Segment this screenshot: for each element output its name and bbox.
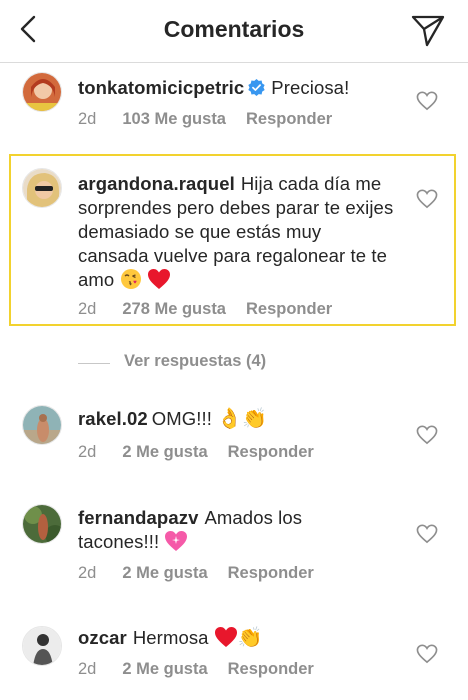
comment-username[interactable]: ozcar: [78, 627, 127, 648]
likes-count[interactable]: 2 Me gusta: [122, 443, 207, 462]
comment-time: 2d: [78, 443, 97, 461]
heart-icon[interactable]: [416, 91, 438, 111]
clapping-hands-icon: 👏: [242, 408, 268, 430]
comment-item: tonkatomicicpetric Preciosa! 2d 103 Me gu…: [0, 72, 468, 142]
header: Comentarios: [0, 0, 468, 63]
comment-item: rakel.02 OMG!!! 👌👏 2d 2 Me gusta Responder: [0, 405, 468, 467]
view-replies-label: Ver respuestas (4): [124, 352, 267, 370]
verified-badge-icon: [248, 79, 265, 96]
comment-text: rakel.02 OMG!!! 👌👏: [78, 407, 398, 431]
comment-username[interactable]: argandona.raquel: [78, 173, 235, 194]
reply-button[interactable]: Responder: [228, 443, 314, 462]
red-heart-icon: [214, 627, 237, 647]
red-heart-icon: [147, 269, 170, 289]
reply-button[interactable]: Responder: [246, 110, 332, 129]
comment-meta: 2d 278 Me gusta Responder: [78, 300, 352, 319]
likes-count[interactable]: 278 Me gusta: [122, 300, 226, 319]
replies-divider: [78, 363, 110, 364]
comment-username[interactable]: tonkatomicicpetric: [78, 77, 244, 98]
comment-time: 2d: [78, 564, 97, 582]
ok-hand-icon: 👌: [217, 408, 243, 430]
page-title: Comentarios: [163, 16, 305, 42]
comment-meta: 2d 2 Me gusta Responder: [78, 443, 334, 462]
avatar[interactable]: [22, 504, 62, 544]
comment-body: OMG!!!: [151, 408, 212, 429]
avatar[interactable]: [22, 405, 62, 445]
paper-plane-icon[interactable]: [410, 12, 446, 48]
comment-body: Preciosa!: [271, 77, 350, 98]
comment-text: fernandapazv Amados los tacones!!!: [78, 506, 358, 554]
reply-button[interactable]: Responder: [228, 660, 314, 679]
likes-count[interactable]: 2 Me gusta: [122, 564, 207, 583]
comment-meta: 2d 103 Me gusta Responder: [78, 110, 352, 129]
heart-icon[interactable]: [416, 524, 438, 544]
comment-username[interactable]: fernandapazv: [78, 507, 198, 528]
heart-icon[interactable]: [416, 425, 438, 445]
reply-button[interactable]: Responder: [228, 564, 314, 583]
comment-meta: 2d 2 Me gusta Responder: [78, 564, 334, 583]
kiss-face-icon: [120, 269, 141, 289]
clapping-hands-icon: 👏: [237, 627, 263, 649]
sparkling-heart-icon: [165, 531, 188, 551]
comment-username[interactable]: rakel.02: [78, 408, 148, 429]
avatar[interactable]: [22, 626, 62, 666]
comment-time: 2d: [78, 660, 97, 678]
comment-text: argandona.raquel Hija cada día me sorpren…: [78, 172, 396, 292]
comment-time: 2d: [78, 300, 97, 318]
comment-item: argandona.raquel Hija cada día me sorpren…: [0, 168, 468, 318]
avatar[interactable]: [22, 72, 62, 112]
avatar[interactable]: [22, 168, 62, 208]
likes-count[interactable]: 2 Me gusta: [122, 660, 207, 679]
reply-button[interactable]: Responder: [246, 300, 332, 319]
comment-meta: 2d 2 Me gusta Responder: [78, 660, 334, 679]
comment-item: fernandapazv Amados los tacones!!! 2d 2 Me…: [0, 504, 468, 588]
likes-count[interactable]: 103 Me gusta: [122, 110, 226, 129]
comment-time: 2d: [78, 110, 97, 128]
comment-body: Hermosa: [132, 627, 209, 648]
comment-text: tonkatomicicpetric Preciosa!: [78, 76, 398, 100]
comment-item: ozcar Hermosa 👏 2d 2 Me gusta Responder: [0, 626, 468, 690]
heart-icon[interactable]: [416, 644, 438, 664]
comment-text: ozcar Hermosa 👏: [78, 626, 398, 650]
heart-icon[interactable]: [416, 189, 438, 209]
